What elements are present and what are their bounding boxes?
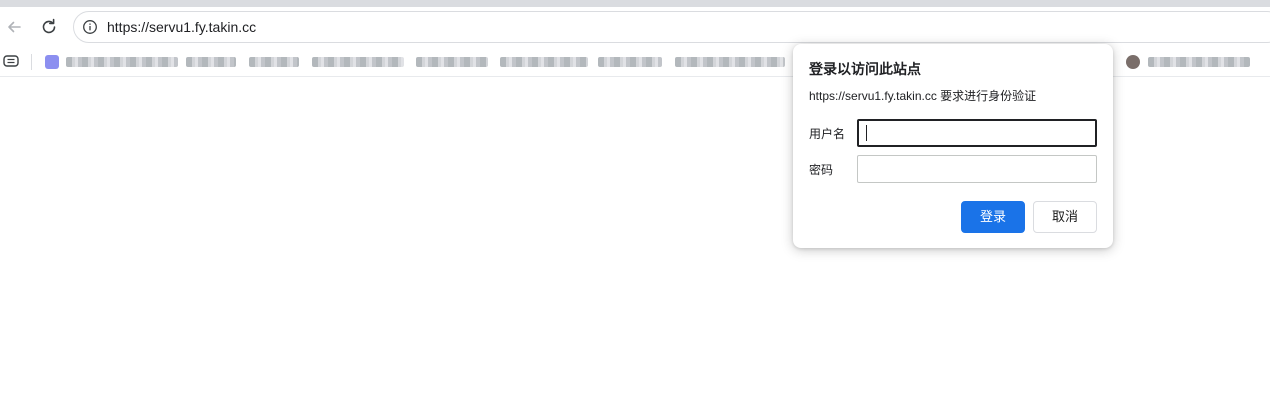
bookmark-favicon[interactable] <box>1126 55 1140 69</box>
address-bar[interactable]: https://servu1.fy.takin.cc <box>73 11 1270 43</box>
bookmark-item[interactable] <box>500 57 588 67</box>
text-caret <box>866 125 867 141</box>
browser-toolbar: https://servu1.fy.takin.cc <box>0 7 1270 47</box>
bookmark-item[interactable] <box>312 57 404 67</box>
bookmark-favicon[interactable] <box>45 55 59 69</box>
bookmark-item[interactable] <box>598 57 662 67</box>
login-button[interactable]: 登录 <box>961 201 1025 233</box>
reload-icon <box>42 18 56 34</box>
bookmark-item[interactable] <box>186 57 236 67</box>
bookmark-item[interactable] <box>249 57 299 67</box>
info-icon[interactable] <box>82 19 98 35</box>
reload-button[interactable] <box>37 15 61 39</box>
username-label: 用户名 <box>809 127 846 141</box>
back-arrow-icon <box>8 21 21 33</box>
back-button[interactable] <box>2 15 26 39</box>
tab-group-icon[interactable] <box>3 55 19 67</box>
username-input[interactable] <box>857 119 1097 147</box>
bookmark-item[interactable] <box>675 57 785 67</box>
bookmark-item[interactable] <box>1148 57 1250 67</box>
password-input[interactable] <box>857 155 1097 183</box>
dialog-title: 登录以访问此站点 <box>809 61 921 77</box>
bookmarks-separator <box>31 54 32 70</box>
password-label: 密码 <box>809 163 834 177</box>
tab-strip <box>0 0 1270 7</box>
cancel-button[interactable]: 取消 <box>1033 201 1097 233</box>
auth-dialog: 登录以访问此站点 https://servu1.fy.takin.cc 要求进行… <box>793 44 1113 248</box>
dialog-subtitle: https://servu1.fy.takin.cc 要求进行身份验证 <box>809 89 1037 103</box>
bookmark-item[interactable] <box>66 57 178 67</box>
url-text[interactable]: https://servu1.fy.takin.cc <box>107 19 256 35</box>
bookmark-item[interactable] <box>416 57 488 67</box>
